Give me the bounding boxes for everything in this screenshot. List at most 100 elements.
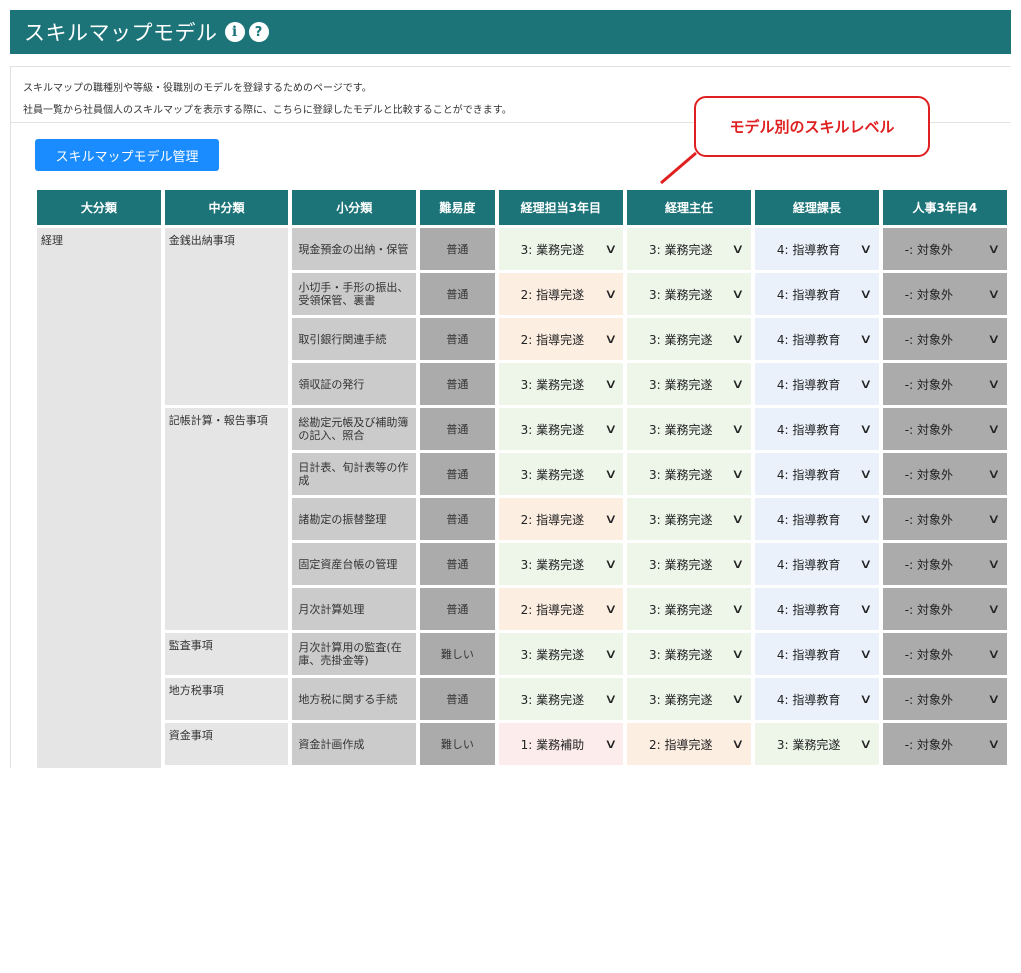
- skill-level-select[interactable]: 4: 指導教育 ∨: [754, 408, 879, 450]
- skill-level-select[interactable]: 3: 業務完遂 ∨: [498, 633, 624, 675]
- table-header-row: 大分類 中分類 小分類 難易度 経理担当3年目 経理主任 経理課長 人事3年目4: [37, 190, 1007, 225]
- level-cell: 3: 業務完遂 ∨: [627, 228, 751, 270]
- skill-level-select[interactable]: 3: 業務完遂 ∨: [627, 408, 751, 450]
- skill-level-select[interactable]: 3: 業務完遂 ∨: [627, 498, 751, 540]
- skill-level-value: 3: 業務完遂: [649, 602, 713, 617]
- skill-level-select[interactable]: 1: 業務補助 ∨: [498, 723, 624, 765]
- skill-level-value: 4: 指導教育: [776, 377, 841, 392]
- skill-level-select[interactable]: -: 対象外 ∨: [882, 678, 1007, 720]
- chevron-down-icon: ∨: [731, 286, 745, 302]
- skill-level-select[interactable]: -: 対象外 ∨: [882, 453, 1007, 495]
- skill-level-select[interactable]: 4: 指導教育 ∨: [754, 363, 879, 405]
- small-category-cell: 諸勘定の振替整理: [292, 498, 417, 540]
- skill-level-select[interactable]: -: 対象外 ∨: [882, 273, 1007, 315]
- skill-level-select[interactable]: 4: 指導教育 ∨: [754, 453, 879, 495]
- chevron-down-icon: ∨: [987, 331, 1001, 347]
- skill-level-select[interactable]: 3: 業務完遂 ∨: [627, 318, 751, 360]
- skill-level-value: -: 対象外: [904, 557, 953, 572]
- level-cell: 3: 業務完遂 ∨: [627, 498, 751, 540]
- skill-level-select[interactable]: -: 対象外 ∨: [882, 498, 1007, 540]
- skill-level-value: 3: 業務完遂: [520, 377, 585, 392]
- skill-level-select[interactable]: -: 対象外 ∨: [882, 588, 1007, 630]
- level-cell: -: 対象外 ∨: [882, 588, 1007, 630]
- skill-level-select[interactable]: 3: 業務完遂 ∨: [627, 228, 751, 270]
- column-header: 経理主任: [627, 190, 751, 225]
- skill-level-select[interactable]: 4: 指導教育 ∨: [754, 498, 879, 540]
- skill-level-select[interactable]: 4: 指導教育 ∨: [754, 588, 879, 630]
- skill-level-select[interactable]: 4: 指導教育 ∨: [754, 678, 879, 720]
- skill-level-select[interactable]: 2: 指導完遂 ∨: [627, 723, 751, 765]
- skill-level-select[interactable]: 3: 業務完遂 ∨: [627, 363, 751, 405]
- skill-level-value: -: 対象外: [904, 422, 953, 437]
- skill-level-select[interactable]: 3: 業務完遂 ∨: [498, 363, 624, 405]
- chevron-down-icon: ∨: [987, 286, 1001, 302]
- column-header: 経理担当3年目: [498, 190, 624, 225]
- skill-level-select[interactable]: 2: 指導完遂 ∨: [498, 588, 624, 630]
- skill-level-value: -: 対象外: [904, 242, 953, 257]
- table-row: 地方税事項 地方税に関する手続 普通 3: 業務完遂 ∨ 3: 業務完遂 ∨ 4: 指導教育 ∨…: [37, 678, 1007, 720]
- skill-level-select[interactable]: 3: 業務完遂 ∨: [627, 678, 751, 720]
- skill-level-select[interactable]: 3: 業務完遂 ∨: [627, 543, 751, 585]
- skill-level-select[interactable]: 4: 指導教育 ∨: [754, 318, 879, 360]
- mid-category-cell: 金銭出納事項: [164, 228, 289, 405]
- skill-level-value: 3: 業務完遂: [649, 557, 713, 572]
- table-body: 経理 金銭出納事項 現金預金の出納・保管 普通 3: 業務完遂 ∨ 3: 業務完遂 ∨ 4: 指…: [37, 228, 1007, 768]
- chevron-down-icon: ∨: [603, 646, 617, 662]
- level-cell: 2: 指導完遂 ∨: [498, 498, 624, 540]
- large-category-cell: 経理: [37, 228, 161, 768]
- table-row: 記帳計算・報告事項 総勘定元帳及び補助簿の記入、照合 普通 3: 業務完遂 ∨ 3: 業務…: [37, 408, 1007, 630]
- difficulty-cell: 難しい: [420, 633, 495, 675]
- chevron-down-icon: ∨: [603, 286, 617, 302]
- level-cell: 4: 指導教育 ∨: [754, 588, 879, 630]
- level-cell: 3: 業務完遂 ∨: [498, 408, 624, 450]
- skill-level-select[interactable]: 3: 業務完遂 ∨: [754, 723, 879, 765]
- small-category-cell: 日計表、旬計表等の作成: [292, 453, 417, 495]
- skill-level-select[interactable]: 2: 指導完遂 ∨: [498, 498, 624, 540]
- skill-level-select[interactable]: 4: 指導教育 ∨: [754, 543, 879, 585]
- difficulty-cell: 普通: [420, 273, 495, 315]
- skill-level-select[interactable]: 3: 業務完遂 ∨: [498, 453, 624, 495]
- skill-level-select[interactable]: 3: 業務完遂 ∨: [498, 408, 624, 450]
- chevron-down-icon: ∨: [859, 286, 873, 302]
- skill-level-select[interactable]: -: 対象外 ∨: [882, 363, 1007, 405]
- difficulty-cell: 普通: [420, 543, 495, 585]
- level-cell: 3: 業務完遂 ∨: [627, 408, 751, 450]
- chevron-down-icon: ∨: [987, 736, 1001, 752]
- skill-level-select[interactable]: 4: 指導教育 ∨: [754, 633, 879, 675]
- chevron-down-icon: ∨: [859, 511, 873, 527]
- skill-level-select[interactable]: 4: 指導教育 ∨: [754, 228, 879, 270]
- chevron-down-icon: ∨: [859, 736, 873, 752]
- skill-level-select[interactable]: -: 対象外 ∨: [882, 723, 1007, 765]
- skill-level-select[interactable]: 2: 指導完遂 ∨: [498, 273, 624, 315]
- skill-level-select[interactable]: -: 対象外 ∨: [882, 543, 1007, 585]
- skill-level-select[interactable]: 3: 業務完遂 ∨: [627, 453, 751, 495]
- level-cell: 2: 指導完遂 ∨: [498, 318, 624, 360]
- model-skill-level-callout: モデル別のスキルレベル: [694, 96, 930, 157]
- skill-level-select[interactable]: -: 対象外 ∨: [882, 633, 1007, 675]
- small-category-cell: 小切手・手形の振出、受領保管、裏書: [292, 273, 417, 315]
- skill-level-select[interactable]: 3: 業務完遂 ∨: [627, 273, 751, 315]
- skill-level-value: -: 対象外: [904, 287, 953, 302]
- skill-level-select[interactable]: 3: 業務完遂 ∨: [498, 543, 624, 585]
- chevron-down-icon: ∨: [603, 511, 617, 527]
- skill-level-value: 3: 業務完遂: [649, 242, 713, 257]
- skill-level-select[interactable]: -: 対象外 ∨: [882, 228, 1007, 270]
- level-cell: -: 対象外 ∨: [882, 678, 1007, 720]
- chevron-down-icon: ∨: [987, 556, 1001, 572]
- skill-level-select[interactable]: 3: 業務完遂 ∨: [627, 633, 751, 675]
- skill-level-value: -: 対象外: [904, 692, 953, 707]
- skill-level-value: 4: 指導教育: [776, 602, 841, 617]
- level-cell: 4: 指導教育 ∨: [754, 363, 879, 405]
- chevron-down-icon: ∨: [859, 241, 873, 257]
- chevron-down-icon: ∨: [859, 601, 873, 617]
- skill-level-select[interactable]: 3: 業務完遂 ∨: [498, 228, 624, 270]
- difficulty-cell: 普通: [420, 363, 495, 405]
- skill-level-select[interactable]: 2: 指導完遂 ∨: [498, 318, 624, 360]
- skill-level-value: 4: 指導教育: [776, 332, 841, 347]
- chevron-down-icon: ∨: [859, 466, 873, 482]
- skill-level-select[interactable]: -: 対象外 ∨: [882, 318, 1007, 360]
- skill-level-select[interactable]: 3: 業務完遂 ∨: [627, 588, 751, 630]
- skill-level-select[interactable]: 3: 業務完遂 ∨: [498, 678, 624, 720]
- skill-level-select[interactable]: -: 対象外 ∨: [882, 408, 1007, 450]
- skill-level-select[interactable]: 4: 指導教育 ∨: [754, 273, 879, 315]
